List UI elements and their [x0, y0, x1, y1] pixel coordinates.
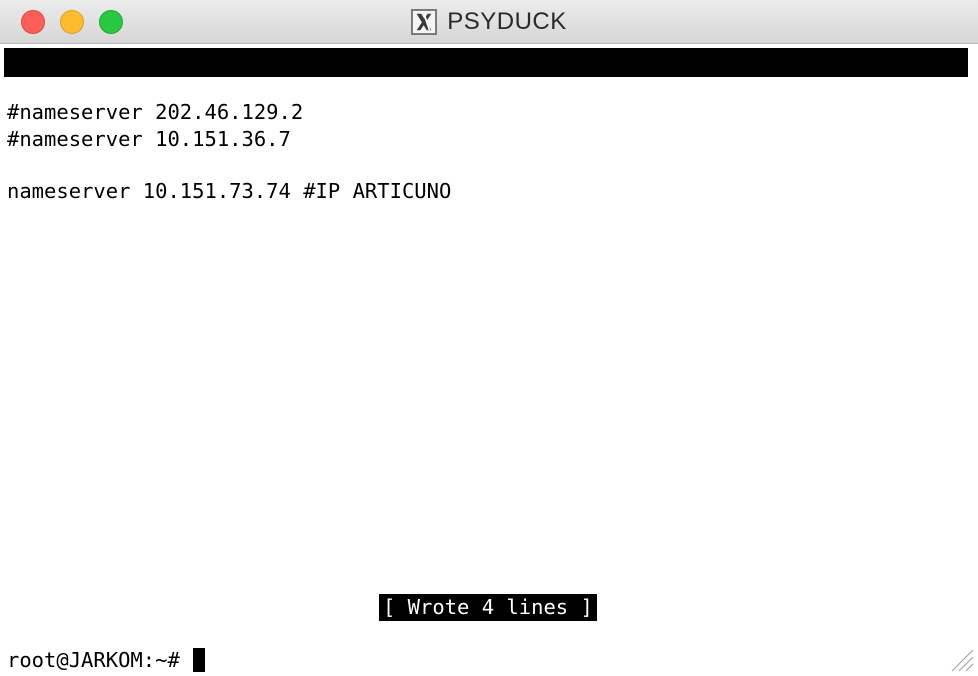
shell-prompt-line[interactable]: root@JARKOM:~#	[7, 647, 205, 673]
window-title: PSYDUCK	[447, 8, 567, 35]
shell-prompt: root@JARKOM:~#	[7, 648, 180, 672]
title-bar[interactable]: PSYDUCK	[0, 0, 978, 44]
nano-title-bar: GNU nano 2.2.6 File: /etc/resolv.conf	[4, 48, 968, 132]
file-line-1: #nameserver 202.46.129.2	[7, 100, 304, 124]
terminal-area[interactable]: GNU nano 2.2.6 File: /etc/resolv.conf #n…	[4, 44, 974, 676]
terminal-window: PSYDUCK GNU nano 2.2.6 File: /etc/resolv…	[0, 0, 978, 676]
nano-status-message: [ Wrote 4 lines ]	[379, 594, 597, 621]
text-cursor	[192, 648, 205, 672]
file-line-4: nameserver 10.151.73.74 #IP ARTICUNO	[7, 179, 452, 203]
nano-file-name: File: /etc/resolv.conf	[342, 108, 614, 132]
x11-icon	[411, 9, 438, 35]
window-title-group: PSYDUCK	[0, 0, 978, 44]
file-line-2: #nameserver 10.151.36.7	[7, 127, 291, 151]
resize-grip-icon[interactable]	[948, 646, 974, 672]
